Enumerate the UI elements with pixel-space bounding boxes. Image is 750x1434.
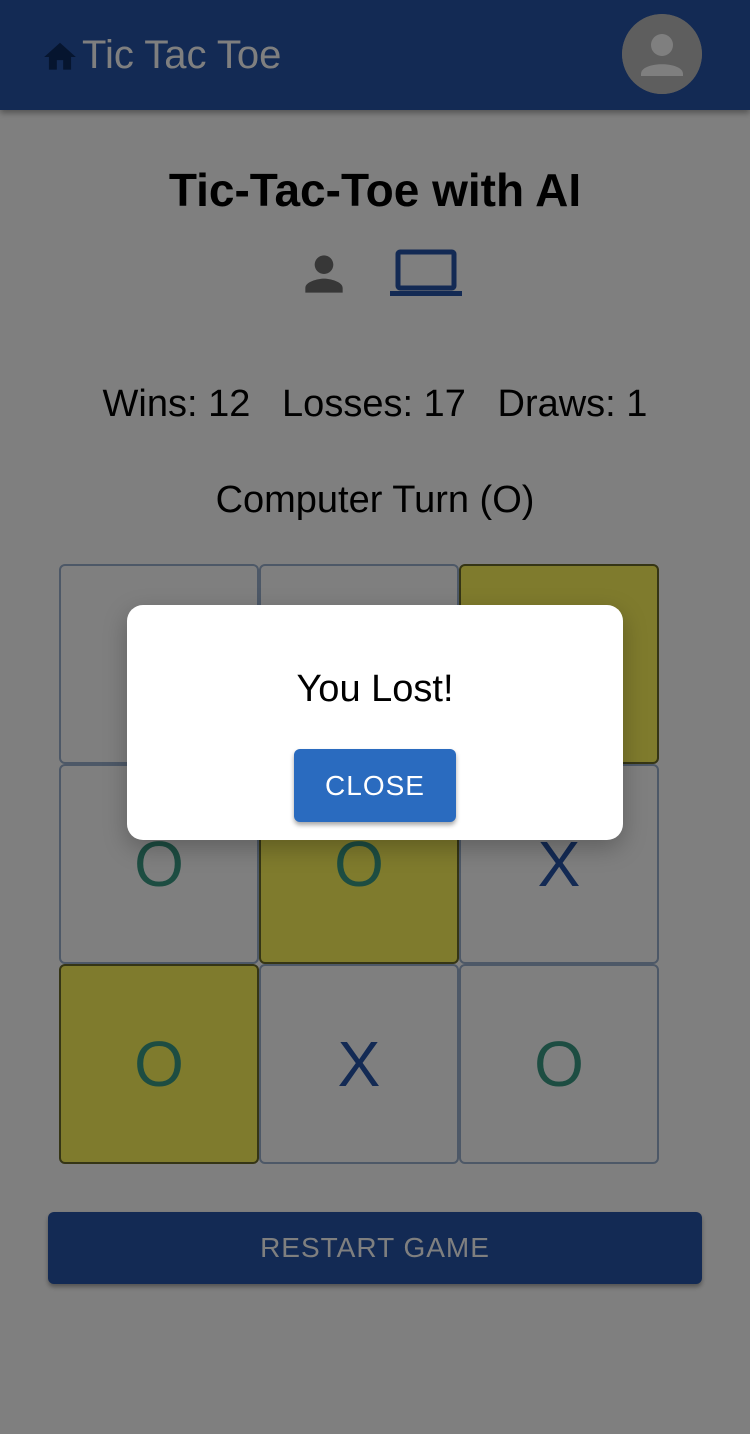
result-dialog: You Lost! CLOSE	[127, 605, 623, 840]
close-button[interactable]: CLOSE	[294, 749, 456, 822]
app-page: Tic Tac Toe Tic-Tac-Toe with AI Wins: 12…	[0, 0, 750, 1434]
dialog-message: You Lost!	[296, 668, 454, 710]
